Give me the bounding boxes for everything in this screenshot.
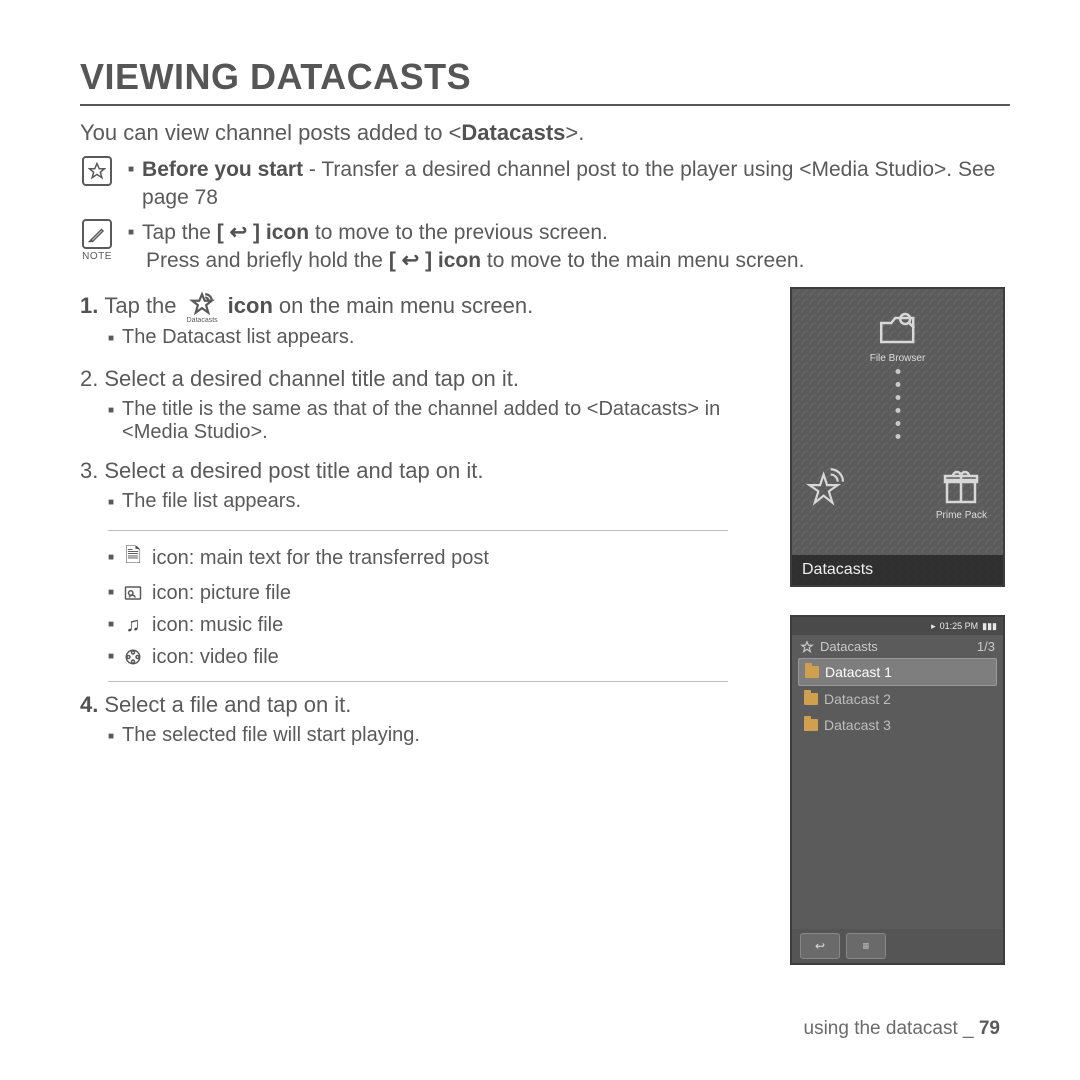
- step1-c: on the main menu screen.: [279, 293, 533, 319]
- step1-a: Tap the: [104, 293, 176, 319]
- status-time: 01:25 PM: [940, 621, 979, 631]
- step1-num: 1.: [80, 293, 98, 319]
- star-icon: [82, 156, 112, 186]
- breadcrumb: Datacasts 1/3: [792, 635, 1003, 658]
- star-rss-icon: [806, 464, 850, 508]
- intro-prefix: You can view channel posts added to <: [80, 120, 461, 145]
- bullet-icon: ■: [128, 219, 134, 247]
- divider: [108, 530, 728, 531]
- step3-sub: ■The file list appears.: [108, 490, 770, 516]
- folder-icon: [804, 693, 818, 705]
- list-counter: 1/3: [977, 639, 995, 654]
- intro-suffix: >.: [565, 120, 584, 145]
- star-rss-icon: [800, 640, 814, 654]
- step1-sub: ■The Datacast list appears.: [108, 326, 770, 352]
- list-item-label: Datacast 3: [824, 717, 891, 733]
- step-3: 3. Select a desired post title and tap o…: [80, 458, 770, 484]
- page-footer: using the datacast _ 79: [804, 1018, 1000, 1040]
- folder-search-icon: [875, 307, 919, 351]
- menu-dots: [895, 369, 900, 439]
- note-callout: NOTE ■ Tap the [ ↩ ] icon to move to the…: [80, 219, 1010, 276]
- step-4: 4. Select a file and tap on it.: [80, 692, 770, 718]
- menu-icon: ≡: [862, 939, 869, 953]
- battery-icon: ▮▮▮: [982, 621, 997, 632]
- list-item[interactable]: Datacast 1: [798, 658, 997, 686]
- step2-sub: ■The title is the same as that of the ch…: [108, 398, 770, 444]
- file-icon-legend: ■🗎icon: main text for the transferred po…: [108, 541, 770, 671]
- intro-text: You can view channel posts added to <Dat…: [80, 120, 1010, 146]
- step2-num: 2.: [80, 366, 98, 392]
- divider: [108, 681, 728, 682]
- video-icon: [122, 648, 144, 666]
- bullet-icon: ■: [128, 156, 134, 213]
- page-number: 79: [979, 1018, 1000, 1039]
- note-line2: Press and briefly hold the [ ↩ ] icon to…: [146, 247, 1010, 275]
- menu-button[interactable]: ≡: [846, 933, 886, 959]
- note-icon: [82, 219, 112, 249]
- play-indicator-icon: ▸: [931, 621, 936, 632]
- app-label: Prime Pack: [936, 510, 987, 521]
- back-button[interactable]: ↩: [800, 933, 840, 959]
- music-label: icon: music file: [152, 614, 283, 637]
- step3-text: Select a desired post title and tap on i…: [104, 458, 483, 484]
- music-icon: ♫: [122, 614, 144, 637]
- before-you-start-callout: ■ Before you start - Transfer a desired …: [80, 156, 1010, 213]
- step-1: 1. Tap the Datacasts icon on the main me…: [80, 287, 770, 320]
- bottom-bar: ↩ ≡: [792, 929, 1003, 963]
- list-item[interactable]: Datacast 2: [798, 686, 997, 712]
- folder-icon: [805, 666, 819, 678]
- pic-label: icon: picture file: [152, 582, 291, 605]
- back-icon: ↩: [815, 939, 825, 953]
- step2-text: Select a desired channel title and tap o…: [104, 366, 519, 392]
- picture-icon: [122, 585, 144, 601]
- intro-bold: Datacasts: [461, 120, 565, 145]
- note-label: NOTE: [80, 251, 114, 262]
- step1-b: icon: [228, 293, 273, 319]
- page-title: VIEWING DATACASTS: [80, 56, 1010, 106]
- doc-label: icon: main text for the transferred post: [152, 547, 489, 570]
- list-item[interactable]: Datacast 3: [798, 712, 997, 738]
- steps-column: 1. Tap the Datacasts icon on the main me…: [80, 287, 770, 993]
- list-item-label: Datacast 2: [824, 691, 891, 707]
- device-menu-screenshot: File Browser Prime Pack Datacasts: [790, 287, 1005, 587]
- app-datacasts[interactable]: [806, 464, 850, 508]
- before-start-text: Before you start - Transfer a desired ch…: [142, 156, 1010, 213]
- breadcrumb-label: Datacasts: [820, 639, 878, 654]
- list-item-label: Datacast 1: [825, 664, 892, 680]
- datacasts-menu-icon: Datacasts: [187, 291, 218, 324]
- app-prime-pack[interactable]: Prime Pack: [936, 464, 987, 521]
- video-label: icon: video file: [152, 646, 279, 669]
- device-list-screenshot: ▸ 01:25 PM ▮▮▮ Datacasts 1/3 Datacast 1 …: [790, 615, 1005, 965]
- step4-text: Select a file and tap on it.: [104, 692, 351, 718]
- folder-icon: [804, 719, 818, 731]
- step3-num: 3.: [80, 458, 98, 484]
- datacasts-banner: Datacasts: [792, 555, 1003, 585]
- datacast-list: Datacast 1 Datacast 2 Datacast 3: [792, 658, 1003, 929]
- doc-icon: 🗎: [122, 541, 144, 575]
- gift-icon: [939, 464, 983, 508]
- step4-sub: ■The selected file will start playing.: [108, 724, 770, 750]
- note-line1: Tap the [ ↩ ] icon to move to the previo…: [142, 219, 608, 247]
- app-file-browser[interactable]: File Browser: [870, 307, 926, 364]
- device-screenshots: File Browser Prime Pack Datacasts: [790, 287, 1010, 993]
- step-2: 2. Select a desired channel title and ta…: [80, 366, 770, 392]
- app-label: File Browser: [870, 353, 926, 364]
- status-bar: ▸ 01:25 PM ▮▮▮: [792, 617, 1003, 635]
- step4-num: 4.: [80, 692, 98, 718]
